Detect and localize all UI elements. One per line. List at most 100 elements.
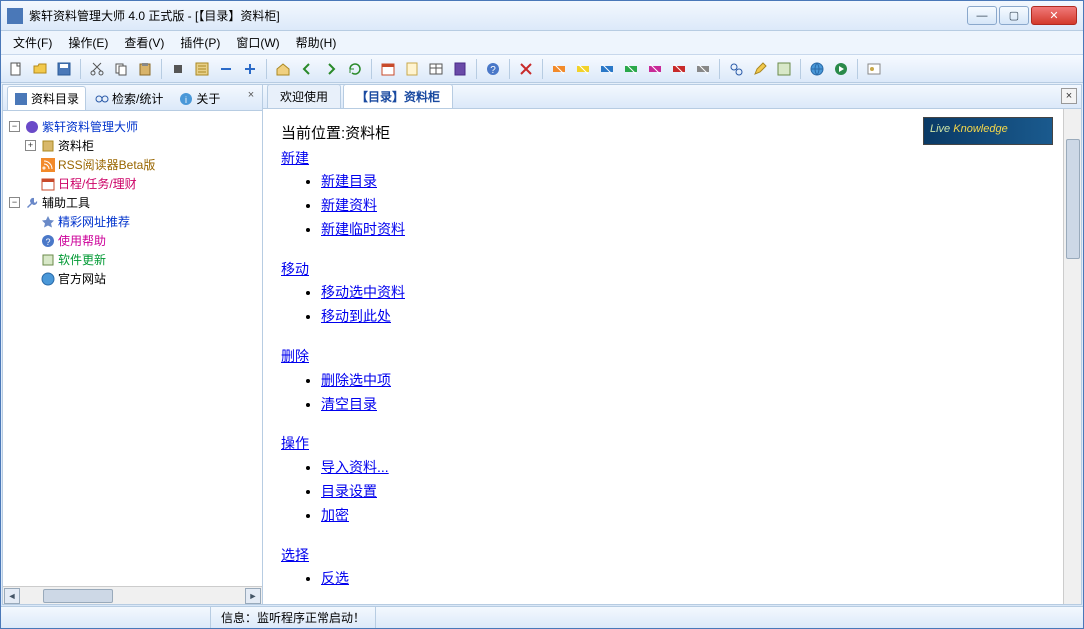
open-icon[interactable] xyxy=(29,58,51,80)
tree-tools[interactable]: −辅助工具 xyxy=(9,193,258,212)
link-operate[interactable]: 操作 xyxy=(281,435,309,451)
link-new-doc[interactable]: 新建资料 xyxy=(321,197,377,213)
menu-help[interactable]: 帮助(H) xyxy=(288,32,345,53)
link-clear-dir[interactable]: 清空目录 xyxy=(321,396,377,412)
tool-icon[interactable] xyxy=(773,58,795,80)
menu-plugin[interactable]: 插件(P) xyxy=(172,32,228,53)
tree-official[interactable]: 官方网站 xyxy=(25,269,258,288)
menubar: 文件(F) 操作(E) 查看(V) 插件(P) 窗口(W) 帮助(H) xyxy=(1,31,1083,55)
maximize-button[interactable]: ▢ xyxy=(999,6,1029,25)
stop-icon[interactable] xyxy=(167,58,189,80)
link-encrypt[interactable]: 加密 xyxy=(321,507,349,523)
sidebar-hscrollbar[interactable]: ◄ ► xyxy=(3,586,262,604)
plus-icon[interactable] xyxy=(239,58,261,80)
svg-text:?: ? xyxy=(490,65,496,76)
tab-current[interactable]: 【目录】资料柜 xyxy=(343,84,453,108)
highlight-magenta-icon[interactable] xyxy=(644,58,666,80)
calendar-icon[interactable] xyxy=(377,58,399,80)
menu-operate[interactable]: 操作(E) xyxy=(60,32,116,53)
window-title: 紫轩资料管理大师 4.0 正式版 - [【目录】资料柜] xyxy=(29,7,967,24)
tree-view[interactable]: −紫轩资料管理大师 +资料柜 RSS阅读器Beta版 日程/任务/理财 −辅助工… xyxy=(3,111,262,586)
edit-icon[interactable] xyxy=(749,58,771,80)
content-vscrollbar[interactable] xyxy=(1063,109,1081,604)
link-move[interactable]: 移动 xyxy=(281,261,309,277)
link-dir-settings[interactable]: 目录设置 xyxy=(321,483,377,499)
minus-icon[interactable] xyxy=(215,58,237,80)
highlight-orange-icon[interactable] xyxy=(548,58,570,80)
tab-close-icon[interactable]: × xyxy=(1061,88,1077,104)
star-icon xyxy=(41,215,55,229)
document-tabs: 欢迎使用 【目录】资料柜 × xyxy=(263,85,1081,109)
rss-icon xyxy=(41,158,55,172)
new-doc-icon[interactable] xyxy=(5,58,27,80)
highlight-gray-icon[interactable] xyxy=(692,58,714,80)
link-delete[interactable]: 删除 xyxy=(281,348,309,364)
globe-icon[interactable] xyxy=(806,58,828,80)
tree-update[interactable]: 软件更新 xyxy=(25,250,258,269)
link-import[interactable]: 导入资料... xyxy=(321,459,389,475)
tree-rss[interactable]: RSS阅读器Beta版 xyxy=(25,155,258,174)
collapse-icon[interactable]: − xyxy=(9,121,20,132)
side-tab-search[interactable]: 检索/统计 xyxy=(88,86,170,110)
status-cell-1 xyxy=(1,607,211,628)
catalog-icon xyxy=(14,92,28,106)
link-del-sel[interactable]: 删除选中项 xyxy=(321,372,391,388)
contact-icon[interactable] xyxy=(863,58,885,80)
highlight-green-icon[interactable] xyxy=(620,58,642,80)
link-new[interactable]: 新建 xyxy=(281,150,309,166)
side-tab-about[interactable]: i 关于 xyxy=(172,86,227,110)
tree-root[interactable]: −紫轩资料管理大师 xyxy=(9,117,258,136)
wrench-icon xyxy=(25,196,39,210)
tree-sites[interactable]: 精彩网址推荐 xyxy=(25,212,258,231)
binoculars-icon xyxy=(95,92,109,106)
side-tab-catalog[interactable]: 资料目录 xyxy=(7,86,86,110)
scroll-right-icon[interactable]: ► xyxy=(245,588,261,604)
list-icon[interactable] xyxy=(191,58,213,80)
tree-cabinet[interactable]: +资料柜 xyxy=(25,136,258,155)
book-icon[interactable] xyxy=(449,58,471,80)
menu-file[interactable]: 文件(F) xyxy=(5,32,60,53)
highlight-blue-icon[interactable] xyxy=(596,58,618,80)
home-icon[interactable] xyxy=(272,58,294,80)
play-icon[interactable] xyxy=(830,58,852,80)
cut-icon[interactable] xyxy=(86,58,108,80)
globe-small-icon xyxy=(41,272,55,286)
link-select[interactable]: 选择 xyxy=(281,547,309,563)
copy-icon[interactable] xyxy=(110,58,132,80)
link-move-sel[interactable]: 移动选中资料 xyxy=(321,284,405,300)
link-new-temp[interactable]: 新建临时资料 xyxy=(321,221,405,237)
tab-welcome[interactable]: 欢迎使用 xyxy=(267,84,341,108)
minimize-button[interactable]: — xyxy=(967,6,997,25)
forward-icon[interactable] xyxy=(320,58,342,80)
table-icon[interactable] xyxy=(425,58,447,80)
notes-icon[interactable] xyxy=(401,58,423,80)
expand-icon[interactable]: + xyxy=(25,140,36,151)
vscroll-thumb[interactable] xyxy=(1066,139,1080,259)
tree-schedule[interactable]: 日程/任务/理财 xyxy=(25,174,258,193)
delete-icon[interactable] xyxy=(515,58,537,80)
svg-text:i: i xyxy=(185,95,187,105)
refresh-icon[interactable] xyxy=(344,58,366,80)
content-pane[interactable]: Live Knowledge 当前位置:资料柜 新建 新建目录 新建资料 新建临… xyxy=(263,109,1063,604)
menu-window[interactable]: 窗口(W) xyxy=(228,32,287,53)
link-invert[interactable]: 反选 xyxy=(321,570,349,586)
highlight-red-icon[interactable] xyxy=(668,58,690,80)
help-icon[interactable]: ? xyxy=(482,58,504,80)
banner-image: Live Knowledge xyxy=(923,117,1053,145)
scroll-thumb[interactable] xyxy=(43,589,113,603)
back-icon[interactable] xyxy=(296,58,318,80)
menu-view[interactable]: 查看(V) xyxy=(116,32,172,53)
highlight-yellow-icon[interactable] xyxy=(572,58,594,80)
help-small-icon: ? xyxy=(41,234,55,248)
collapse-icon[interactable]: − xyxy=(9,197,20,208)
link-move-here[interactable]: 移动到此处 xyxy=(321,308,391,324)
tree-help[interactable]: ?使用帮助 xyxy=(25,231,258,250)
scroll-left-icon[interactable]: ◄ xyxy=(4,588,20,604)
close-button[interactable]: ✕ xyxy=(1031,6,1077,25)
save-icon[interactable] xyxy=(53,58,75,80)
sidebar-close-icon[interactable]: × xyxy=(244,89,258,103)
paste-icon[interactable] xyxy=(134,58,156,80)
info-icon: i xyxy=(179,92,193,106)
find-icon[interactable] xyxy=(725,58,747,80)
link-new-dir[interactable]: 新建目录 xyxy=(321,173,377,189)
